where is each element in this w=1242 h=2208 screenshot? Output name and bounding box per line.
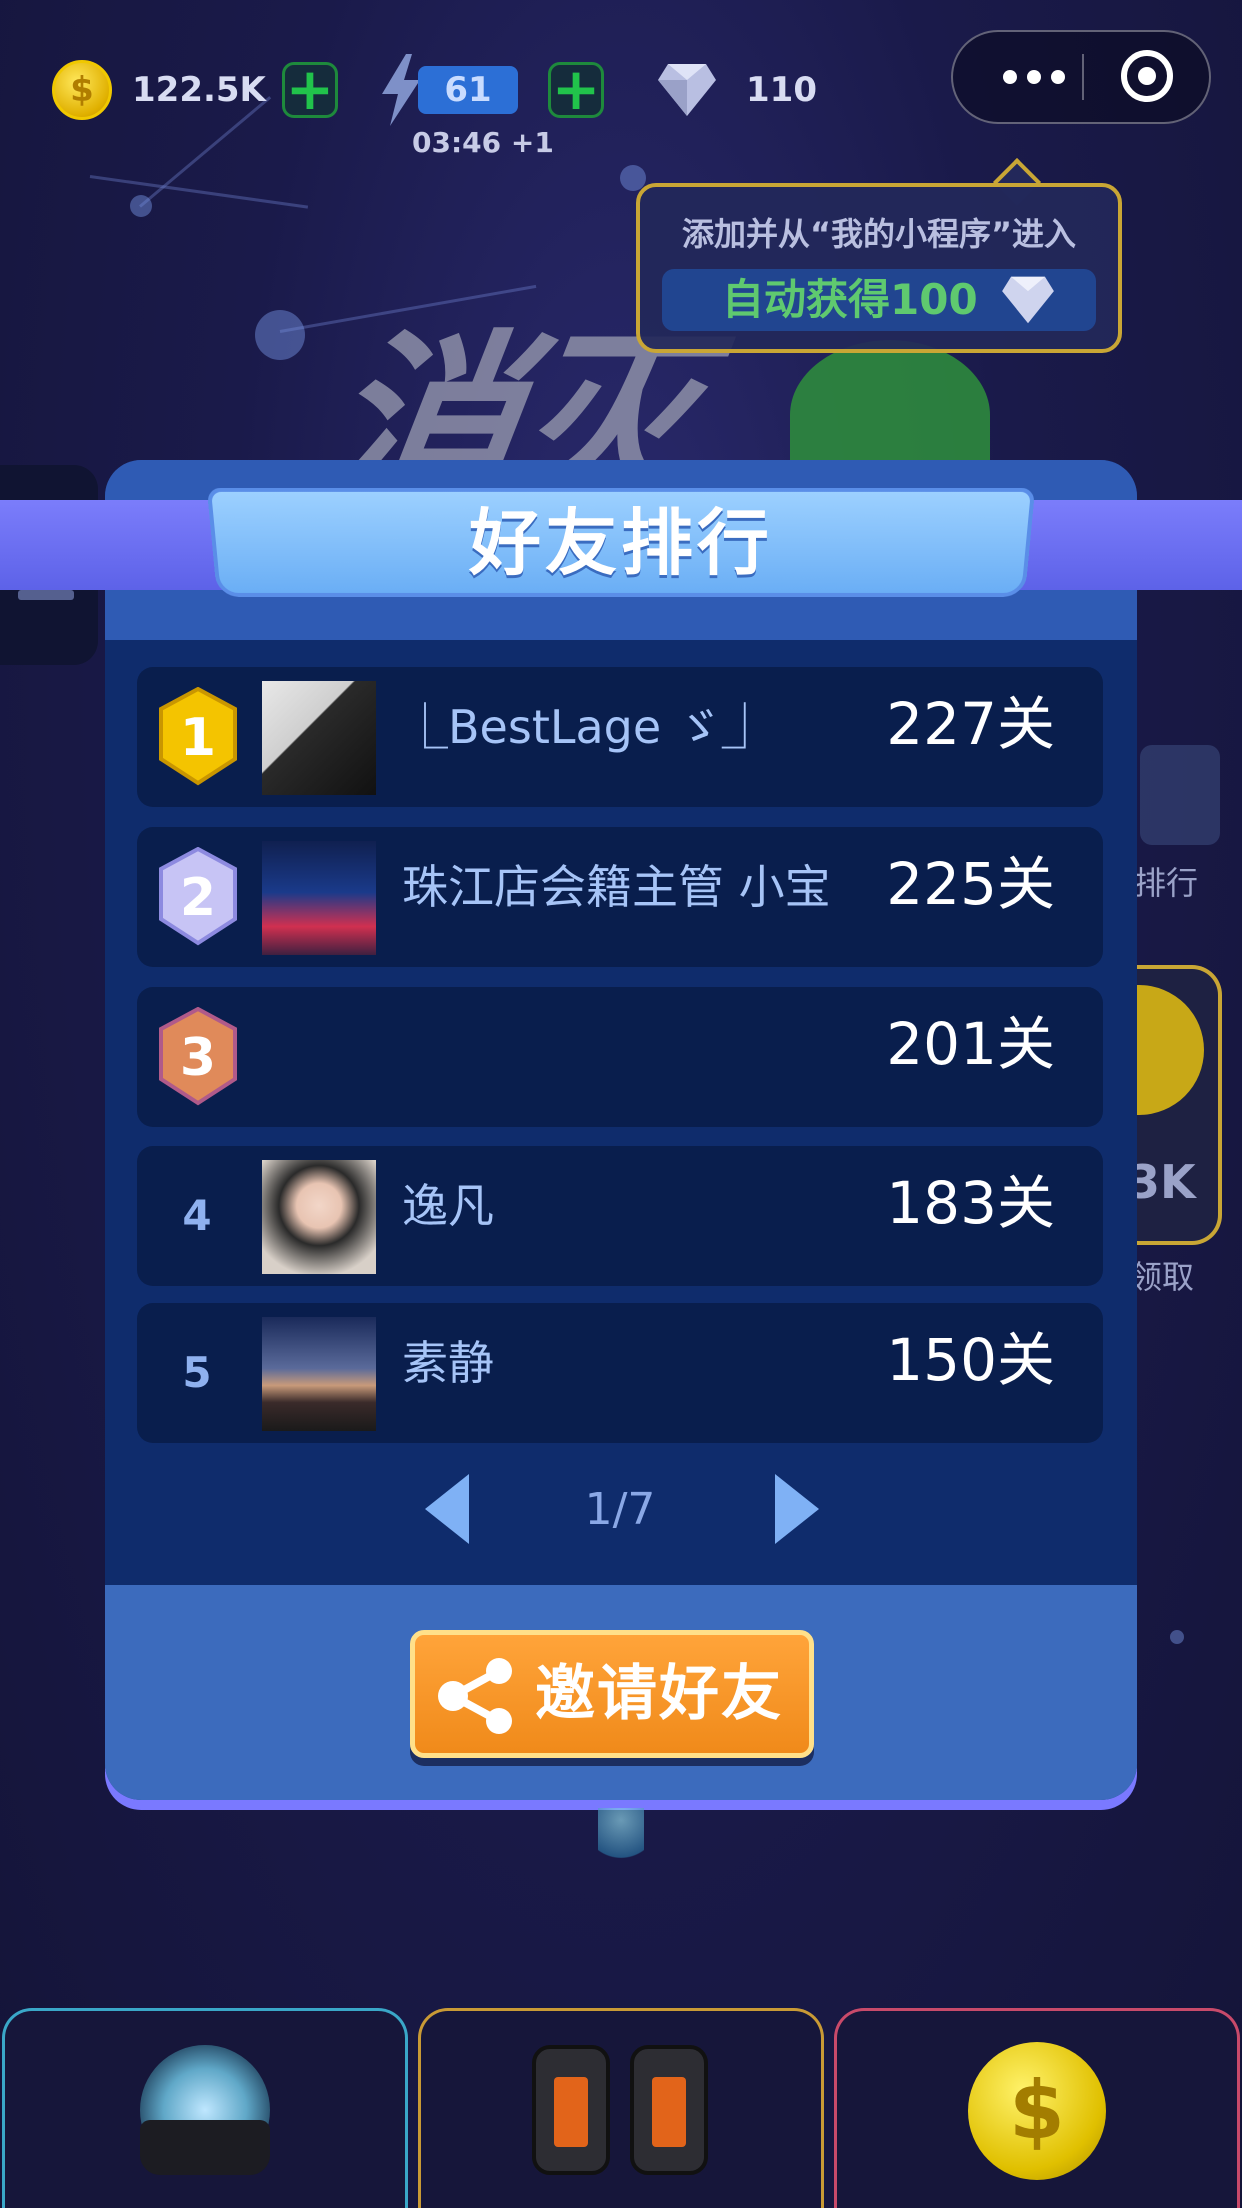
ranking-row[interactable]: 2 珠江店会籍主管 小宝 225关 xyxy=(137,827,1103,967)
coin-counter: $ 122.5K + xyxy=(52,55,338,125)
player-name: 珠江店会籍主管 小宝 xyxy=(402,860,831,914)
invite-friends-button[interactable]: 邀请好友 xyxy=(410,1630,814,1758)
rank-number: 4 xyxy=(182,1191,212,1240)
add-miniprogram-tooltip[interactable]: 添加并从“我的小程序”进入 自动获得100 xyxy=(636,183,1122,353)
avatar xyxy=(262,1160,376,1274)
energy-timer: 03:46 +1 xyxy=(412,126,554,159)
rocket-icon xyxy=(598,1808,644,1868)
gold-medal-icon: 1 xyxy=(159,687,237,786)
capsule-divider xyxy=(1082,54,1084,100)
right-claim-label[interactable]: 领取 xyxy=(1130,1252,1194,1298)
bg-constellation-dot xyxy=(130,195,152,217)
player-name: ⎿BestLage ゞ⏌ xyxy=(402,700,768,754)
player-score: 150关 xyxy=(886,1326,1055,1394)
player-score: 227关 xyxy=(886,690,1055,758)
next-page-button[interactable] xyxy=(775,1474,819,1544)
energy-counter: 61 + xyxy=(378,54,604,126)
more-menu-button[interactable] xyxy=(989,32,1079,122)
close-miniprogram-button[interactable] xyxy=(1121,50,1173,102)
previous-page-button[interactable] xyxy=(425,1474,469,1544)
medal-rank-number: 2 xyxy=(180,868,216,928)
battery-icon xyxy=(630,2045,708,2175)
dollar-coin-icon: $ xyxy=(968,2042,1106,2180)
bg-constellation-line xyxy=(89,175,309,209)
coin-icon: $ xyxy=(52,60,112,120)
avatar xyxy=(262,1317,376,1431)
coin-amount: 122.5K xyxy=(132,70,266,110)
invite-friends-label: 邀请好友 xyxy=(535,1659,783,1729)
silver-medal-icon: 2 xyxy=(159,847,237,946)
friend-ranking-modal xyxy=(105,460,1137,1800)
player-score: 201关 xyxy=(886,1010,1055,1078)
medal-rank-number: 1 xyxy=(180,708,216,768)
gem-amount: 110 xyxy=(746,70,817,110)
avatar xyxy=(262,681,376,795)
add-coins-button[interactable]: + xyxy=(281,60,338,118)
right-ranking-label[interactable]: 排行 xyxy=(1134,858,1198,904)
bottom-slot-battery[interactable] xyxy=(418,2008,824,2208)
rank-number: 5 xyxy=(182,1348,212,1397)
page-indicator: 1/7 xyxy=(584,1484,656,1535)
player-name: 逸凡 xyxy=(402,1179,494,1233)
diamond-icon xyxy=(1002,276,1054,324)
tooltip-reward-text: 自动获得100 xyxy=(722,275,978,324)
medal-rank-number: 3 xyxy=(180,1028,216,1088)
player-score: 183关 xyxy=(886,1169,1055,1237)
bg-constellation-dot xyxy=(255,310,305,360)
ranking-row[interactable]: 1 ⎿BestLage ゞ⏌ 227关 xyxy=(137,667,1103,807)
right-reward-value: 3K xyxy=(1128,1155,1196,1209)
tooltip-text: 添加并从“我的小程序”进入 xyxy=(681,215,1077,253)
player-name: 素静 xyxy=(402,1336,494,1390)
avatar xyxy=(262,841,376,955)
ranking-row[interactable]: 3 201关 xyxy=(137,987,1103,1127)
bronze-medal-icon: 3 xyxy=(159,1007,237,1106)
ranking-row[interactable]: 5 素静 150关 xyxy=(137,1303,1103,1443)
portal-base xyxy=(140,2120,270,2175)
modal-title: 好友排行 xyxy=(468,501,773,585)
gem-counter: 110 xyxy=(656,55,817,125)
energy-amount: 61 xyxy=(418,66,518,114)
player-score: 225关 xyxy=(886,850,1055,918)
diamond-icon xyxy=(658,64,716,116)
tooltip-reward-pill: 自动获得100 xyxy=(662,269,1096,331)
battery-icon xyxy=(532,2045,610,2175)
bg-constellation-dot xyxy=(1170,1630,1184,1644)
ranking-row[interactable]: 4 逸凡 183关 xyxy=(137,1146,1103,1286)
share-icon xyxy=(438,1658,512,1734)
left-tab-bar xyxy=(18,590,74,600)
add-energy-button[interactable]: + xyxy=(548,60,604,118)
miniprogram-capsule xyxy=(951,30,1211,124)
trophy-icon[interactable] xyxy=(1140,745,1220,845)
